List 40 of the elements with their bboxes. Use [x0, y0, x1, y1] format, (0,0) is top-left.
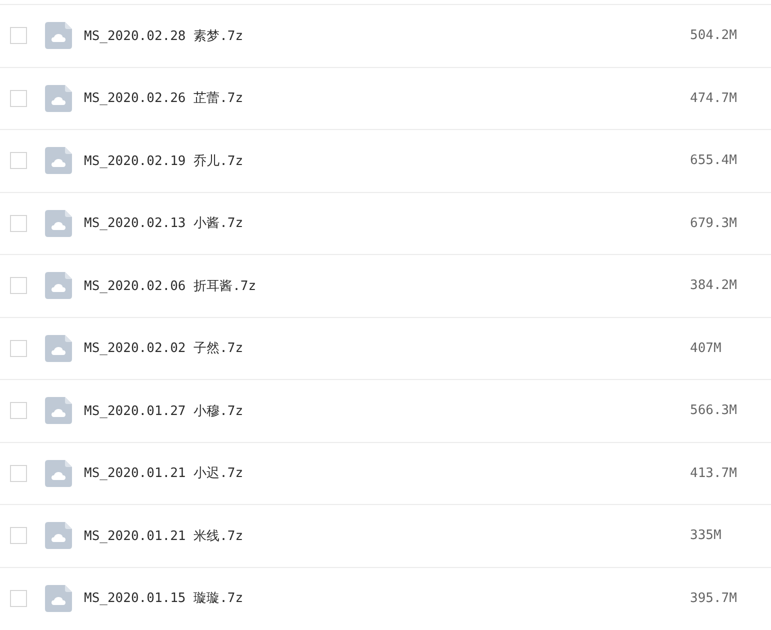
cloud-file-icon — [45, 147, 72, 174]
file-name[interactable]: MS_2020.01.27 小穆.7z — [84, 402, 690, 420]
file-size: 504.2M — [690, 28, 738, 44]
checkbox[interactable] — [10, 527, 27, 544]
checkbox[interactable] — [10, 277, 27, 294]
file-name[interactable]: MS_2020.01.21 小迟.7z — [84, 464, 690, 482]
cloud-file-icon — [45, 460, 72, 487]
file-name[interactable]: MS_2020.02.26 芷蕾.7z — [84, 89, 690, 108]
file-name[interactable]: MS_2020.02.19 乔儿.7z — [84, 152, 690, 170]
cloud-file-icon — [45, 334, 72, 362]
file-size: 655.4M — [690, 153, 738, 168]
file-size: 395.7M — [690, 590, 738, 606]
file-name[interactable]: MS_2020.02.28 素梦.7z — [84, 26, 690, 45]
file-size: 407M — [690, 340, 722, 356]
file-name[interactable]: MS_2020.01.15 璇璇.7z — [84, 589, 690, 608]
file-size: 335M — [690, 528, 722, 544]
cloud-file-icon — [45, 397, 72, 424]
checkbox[interactable] — [10, 152, 27, 170]
checkbox[interactable] — [10, 214, 27, 232]
checkbox[interactable] — [10, 27, 27, 44]
checkbox[interactable] — [10, 464, 27, 482]
checkbox[interactable] — [10, 402, 27, 420]
file-size: 679.3M — [690, 216, 738, 231]
file-size: 384.2M — [690, 278, 738, 294]
cloud-file-icon — [45, 522, 72, 550]
cloud-file-icon — [45, 84, 72, 112]
file-size: 413.7M — [690, 466, 738, 481]
cloud-file-icon — [45, 584, 72, 612]
file-size: 566.3M — [690, 403, 738, 418]
cloud-file-icon — [45, 210, 72, 237]
file-name[interactable]: MS_2020.01.21 米线.7z — [84, 526, 690, 545]
cloud-file-icon — [45, 272, 72, 300]
file-name[interactable]: MS_2020.02.06 折耳酱.7z — [84, 276, 690, 295]
cloud-file-icon — [45, 22, 72, 50]
file-name[interactable]: MS_2020.02.02 子然.7z — [84, 339, 690, 358]
checkbox[interactable] — [10, 340, 27, 357]
checkbox[interactable] — [10, 590, 27, 607]
checkbox[interactable] — [10, 90, 27, 107]
file-name[interactable]: MS_2020.02.13 小酱.7z — [84, 214, 690, 232]
file-size: 474.7M — [690, 90, 738, 106]
